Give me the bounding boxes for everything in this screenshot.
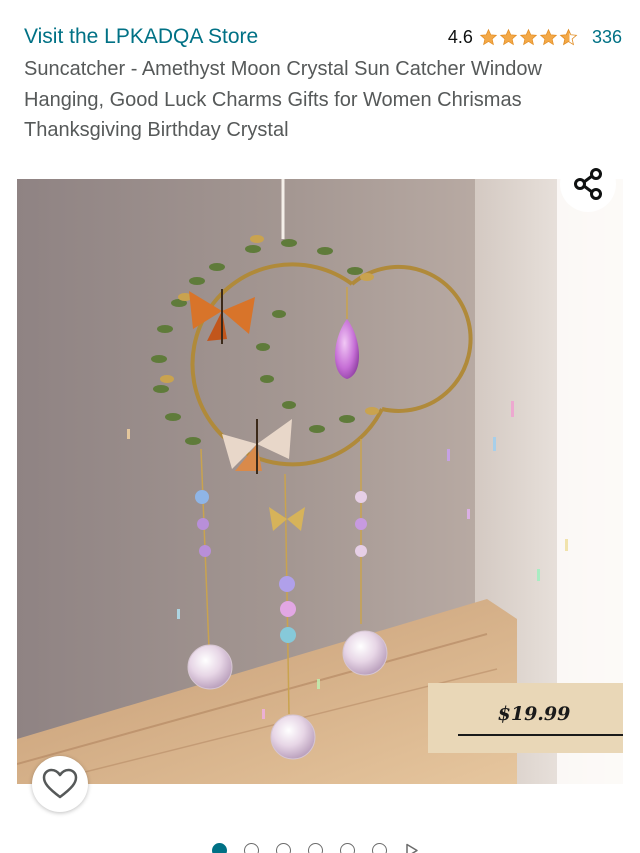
share-button[interactable] [560,156,616,212]
carousel-dot[interactable] [244,842,259,853]
carousel-dot[interactable] [308,842,323,853]
star-icon [479,28,498,45]
star-rating [479,28,578,47]
video-play-icon[interactable] [404,843,419,853]
rating-summary[interactable]: 4.6 336 [448,27,622,48]
price-underline [458,734,623,736]
wishlist-button[interactable] [32,756,88,812]
carousel-dot[interactable] [340,842,355,853]
review-count[interactable]: 336 [592,27,622,48]
carousel-dot[interactable] [276,842,291,853]
image-carousel-indicator[interactable] [212,842,419,853]
product-title: Suncatcher - Amethyst Moon Crystal Sun C… [24,58,542,141]
product-image-gallery[interactable]: $19.99 [17,179,623,784]
heart-icon [42,768,78,799]
carousel-dot-active[interactable] [212,842,227,853]
product-header: Visit the LPKADQA Store 4.6 336 [24,22,622,52]
star-icon [519,28,538,45]
star-icon [499,28,518,45]
half-star-icon [559,28,578,45]
price-tag-sticker: $19.99 [428,683,623,753]
carousel-dot[interactable] [372,842,387,853]
price-tag-text: $19.99 [497,703,571,725]
star-icon [539,28,558,45]
store-link[interactable]: Visit the LPKADQA Store [24,25,258,49]
rating-value: 4.6 [447,26,473,47]
share-icon [574,168,602,200]
